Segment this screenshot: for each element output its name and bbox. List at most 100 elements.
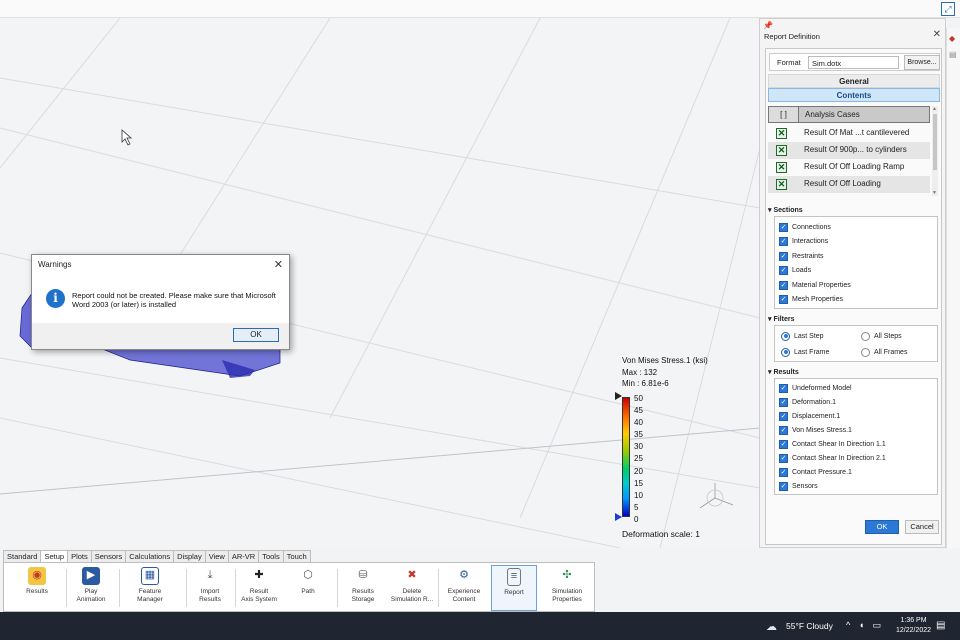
filters-heading[interactable]: ▾ Filters	[768, 315, 794, 323]
checkbox-icon[interactable]: ✓	[779, 481, 788, 491]
section-mesh-properties[interactable]: ✓ Mesh Properties	[779, 294, 843, 306]
legend-min-marker-icon[interactable]	[615, 513, 622, 521]
delete-simulation-results-button[interactable]: ✖ Delete Simulation R...	[388, 565, 436, 611]
dialog-close-button[interactable]: ✕	[274, 258, 283, 271]
result-von-mises[interactable]: ✓ Von Mises Stress.1	[779, 425, 852, 437]
pin-icon[interactable]: 📌	[763, 21, 773, 30]
contents-scrollbar[interactable]: ▲ ▼	[932, 106, 938, 196]
axis-triad	[699, 483, 734, 509]
storage-icon: ⛁	[358, 569, 368, 582]
checkbox-icon[interactable]: ✓	[779, 280, 788, 290]
browse-button[interactable]: Browse...	[904, 55, 940, 70]
dialog-body: i Report could not be created. Please ma…	[32, 276, 289, 324]
checkbox-icon[interactable]: ✓	[779, 265, 788, 275]
radio-all-frames[interactable]: All Frames	[861, 347, 907, 359]
checkbox-icon[interactable]: ✓	[779, 467, 788, 477]
color-palette-icon[interactable]: ◆	[949, 34, 959, 44]
checkbox-icon[interactable]: ✓	[779, 294, 788, 304]
tray-icons[interactable]: ^ ◖ ▭	[846, 620, 884, 631]
tab-view[interactable]: View	[204, 550, 229, 562]
sections-heading[interactable]: ▾ Sections	[768, 206, 803, 214]
tab-contents[interactable]: Contents	[768, 88, 940, 102]
legend-tick-label: 20	[634, 466, 643, 476]
result-contact-shear-2[interactable]: ✓ Contact Shear In Direction 2.1	[779, 453, 886, 465]
checkbox-icon[interactable]: ✓	[779, 453, 788, 463]
list-item[interactable]: ✕ Result Of Off Loading Ramp	[768, 159, 930, 176]
document-icon[interactable]: ▤	[949, 50, 959, 60]
tab-tools[interactable]: Tools	[258, 550, 284, 562]
list-item[interactable]: ✕ Result Of Off Loading	[768, 176, 930, 193]
tab-plots[interactable]: Plots	[67, 550, 92, 562]
radio-icon[interactable]	[861, 347, 870, 357]
checkbox-icon[interactable]: ✓	[779, 251, 788, 261]
tab-touch[interactable]: Touch	[282, 550, 311, 562]
checked-box-icon[interactable]: ✕	[776, 179, 787, 190]
animation-icon: ▶	[82, 567, 100, 585]
tab-ar-vr[interactable]: AR-VR	[227, 550, 260, 562]
result-contact-pressure[interactable]: ✓ Contact Pressure.1	[779, 467, 852, 479]
cloud-icon[interactable]: ☁	[766, 620, 777, 633]
tab-display[interactable]: Display	[173, 550, 206, 562]
result-undeformed-model[interactable]: ✓ Undeformed Model	[779, 383, 852, 395]
checkbox-icon[interactable]: ✓	[779, 397, 788, 407]
result-contact-shear-1[interactable]: ✓ Contact Shear In Direction 1.1	[779, 439, 886, 451]
checkbox-icon[interactable]: ✓	[779, 236, 788, 246]
results-button[interactable]: ◉ Results	[12, 565, 62, 611]
section-loads[interactable]: ✓ Loads	[779, 265, 811, 277]
tab-calculations[interactable]: Calculations	[125, 550, 175, 562]
section-restraints[interactable]: ✓ Restraints	[779, 251, 824, 263]
result-sensors[interactable]: ✓ Sensors	[779, 481, 818, 493]
expand-icon[interactable]: ⤢	[941, 2, 955, 16]
dialog-ok-button[interactable]: OK	[233, 328, 279, 342]
experience-content-button[interactable]: ⚙ Experience Content	[440, 565, 488, 611]
result-axis-system-button[interactable]: ✚ Result Axis System	[236, 565, 282, 611]
result-displacement[interactable]: ✓ Displacement.1	[779, 411, 840, 423]
checkbox-icon[interactable]: ✓	[779, 222, 788, 232]
radio-icon[interactable]	[861, 331, 870, 341]
list-item[interactable]: ✕ Result Of 900p... to cylinders	[768, 142, 930, 159]
path-button[interactable]: ⬡ Path	[286, 565, 330, 611]
notification-icon[interactable]: ▤	[936, 620, 945, 631]
checkbox-icon[interactable]: ✓	[779, 411, 788, 421]
tab-sensors[interactable]: Sensors	[90, 550, 127, 562]
import-results-button[interactable]: ⤓ Import Results	[188, 565, 232, 611]
radio-last-frame[interactable]: Last Frame	[781, 347, 829, 359]
clock[interactable]: 1:36 PM 12/22/2022	[896, 616, 931, 636]
radio-last-step[interactable]: Last Step	[781, 331, 824, 343]
report-button[interactable]: ≡ Report	[491, 565, 537, 611]
scroll-thumb[interactable]	[933, 114, 937, 170]
feature-manager-button[interactable]: ▦ Feature Manager	[122, 565, 178, 611]
weather-widget[interactable]: 55°F Cloudy	[786, 621, 833, 631]
list-item[interactable]: ✕ Result Of Mat ...t cantilevered	[768, 125, 930, 142]
panel-cancel-button[interactable]: Cancel	[905, 520, 939, 534]
checked-box-icon[interactable]: ✕	[776, 128, 787, 139]
checked-box-icon[interactable]: ✕	[776, 145, 787, 156]
result-deformation[interactable]: ✓ Deformation.1	[779, 397, 836, 409]
radio-selected-icon[interactable]	[781, 347, 790, 357]
results-heading[interactable]: ▾ Results	[768, 368, 799, 376]
tab-standard[interactable]: Standard	[3, 550, 42, 562]
tab-general[interactable]: General	[768, 74, 940, 88]
radio-selected-icon[interactable]	[781, 331, 790, 341]
tab-setup[interactable]: Setup	[40, 550, 69, 562]
section-material-properties[interactable]: ✓ Material Properties	[779, 280, 851, 292]
checked-box-icon[interactable]: ✕	[776, 162, 787, 173]
results-storage-button[interactable]: ⛁ Results Storage	[340, 565, 386, 611]
scroll-down-icon[interactable]: ▼	[932, 190, 937, 196]
scroll-up-icon[interactable]: ▲	[932, 106, 937, 112]
panel-close-button[interactable]: ✕	[933, 29, 941, 40]
section-interactions[interactable]: ✓ Interactions	[779, 236, 828, 248]
play-animation-button[interactable]: ▶ Play Animation	[68, 565, 114, 611]
radio-all-steps[interactable]: All Steps	[861, 331, 902, 343]
contents-list: [ ] Analysis Cases ✕ Result Of Mat ...t …	[768, 106, 938, 201]
checkbox-icon[interactable]: ✓	[779, 383, 788, 393]
simulation-properties-button[interactable]: ✣ Simulation Properties	[542, 565, 592, 611]
checkbox-icon[interactable]: ✓	[779, 439, 788, 449]
section-connections[interactable]: ✓ Connections	[779, 222, 831, 234]
checkbox-icon[interactable]: ✓	[779, 425, 788, 435]
report-icon: ≡	[507, 568, 521, 586]
panel-ok-button[interactable]: OK	[865, 520, 899, 534]
format-field[interactable]: Sim.dotx	[808, 56, 899, 69]
contents-header-row[interactable]: [ ] Analysis Cases	[768, 106, 930, 123]
legend-max-marker-icon[interactable]	[615, 392, 622, 400]
